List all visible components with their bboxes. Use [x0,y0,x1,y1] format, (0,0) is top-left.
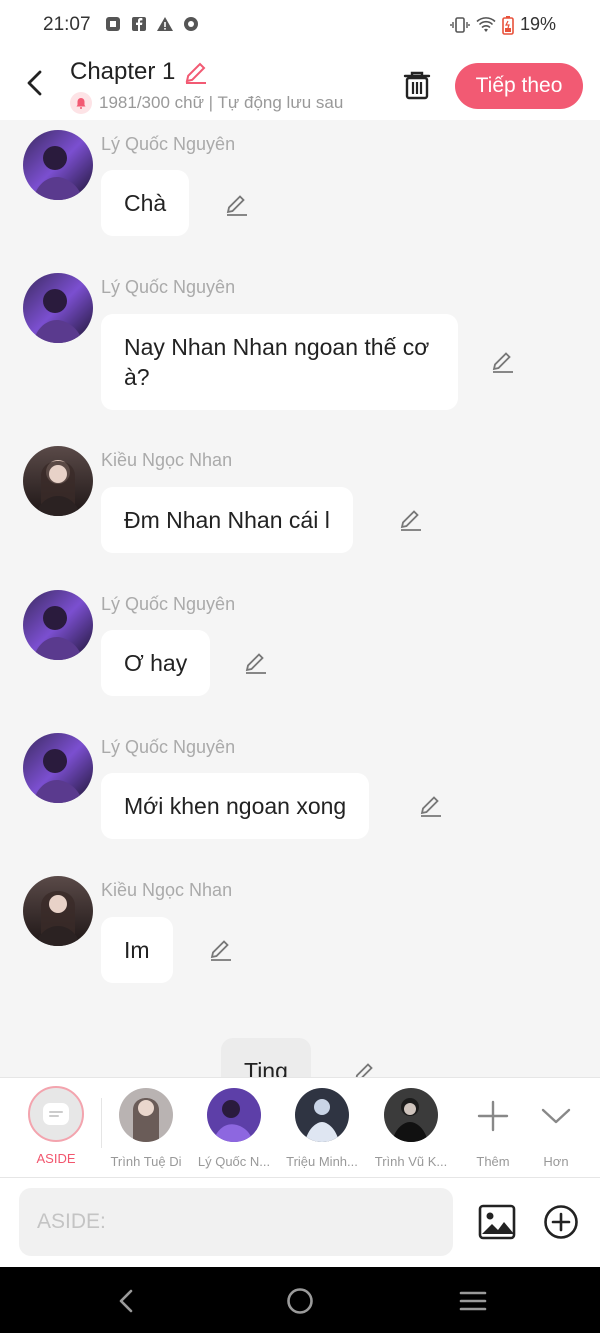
nav-home-icon[interactable] [284,1285,316,1317]
avatar [207,1088,261,1142]
chat-area[interactable]: Lý Quốc Nguyên Chà Lý Quốc Nguyên Nay Nh… [0,120,600,1077]
character-item[interactable]: Trình Tuệ Di [101,1086,191,1169]
message-bubble[interactable]: Ơ hay [101,630,211,696]
edit-pencil-icon[interactable] [224,192,250,218]
input-bar [0,1178,600,1267]
status-time: 21:07 [43,14,91,35]
edit-pencil-icon[interactable] [398,507,424,533]
avatar [384,1088,438,1142]
nav-menu-icon[interactable] [457,1285,489,1317]
chapter-title-text: Chapter 1 [70,58,176,85]
character-name: Lý Quốc Nguyên [101,277,236,297]
character-name: Lý Quốc Nguyên [101,134,236,154]
warning-icon [157,17,173,31]
edit-title-pencil-icon[interactable] [183,59,209,85]
back-button[interactable] [20,66,50,100]
character-label: ASIDE [36,1151,76,1166]
trash-icon[interactable] [400,68,434,102]
character-name: Kiều Ngọc Nhan [101,880,233,900]
avatar [23,590,93,660]
character-item[interactable]: Trình Vũ K... [366,1086,456,1169]
message-input[interactable] [19,1188,453,1256]
battery-percent: 19% [519,14,556,34]
avatar [23,876,93,946]
character-name: Kiều Ngọc Nhan [101,450,233,470]
avatar [23,130,93,200]
editor-header: Chapter 1 1981/300 chữ | Tự động lưu sau… [0,52,600,120]
message-bubble[interactable]: Đm Nhan Nhan cái l [101,487,353,553]
character-name: Lý Quốc Nguyên [101,594,236,614]
more-button[interactable]: Hơn [511,1086,600,1169]
system-nav-bar [0,1267,600,1333]
next-button[interactable]: Tiếp theo [455,63,583,109]
avatar [23,446,93,516]
notification-icons [104,15,200,33]
status-bar: 21:07 19% [0,0,600,52]
battery-icon [502,15,514,35]
word-count-text: 1981/300 chữ | Tự động lưu sau [99,93,344,112]
avatar [23,733,93,803]
character-item[interactable]: Lý Quốc N... [189,1086,279,1169]
chrome-icon [184,17,198,31]
chapter-title[interactable]: Chapter 1 [70,58,209,86]
edit-pencil-icon[interactable] [208,937,234,963]
edit-pencil-icon[interactable] [418,793,444,819]
character-aside[interactable]: ASIDE [11,1086,101,1166]
message-bubble[interactable]: Im [101,917,173,983]
edit-pencil-icon[interactable] [490,349,516,375]
message-bubble[interactable]: Nay Nhan Nhan ngoan thế cơ à? [101,314,458,410]
character-label: Trình Vũ K... [374,1154,448,1169]
add-circle-icon[interactable] [543,1204,579,1240]
nav-back-icon[interactable] [111,1285,143,1317]
message-bubble[interactable]: Mới khen ngoan xong [101,773,370,839]
bell-icon [70,92,92,114]
avatar [119,1088,173,1142]
avatar [23,273,93,343]
wifi-icon [476,16,496,32]
character-selector: ASIDE Trình Tuệ Di Lý Quốc N... Triệu Mi… [0,1077,600,1178]
app-notification-icon [106,17,120,31]
chat-bubble-icon [43,1103,69,1125]
vibrate-icon [450,16,470,33]
edit-pencil-icon[interactable] [352,1060,378,1077]
message-bubble[interactable]: Chà [101,170,190,236]
avatar [295,1088,349,1142]
facebook-icon [132,17,146,31]
more-label: Hơn [543,1154,569,1169]
character-name: Lý Quốc Nguyên [101,737,236,757]
word-count-info: 1981/300 chữ | Tự động lưu sau [70,92,375,114]
status-right: 19% [450,14,556,35]
aside-bubble[interactable]: Ting [221,1038,311,1077]
character-label: Lý Quốc N... [197,1154,271,1169]
image-icon[interactable] [478,1203,516,1241]
character-label: Triệu Minh... [286,1154,358,1169]
character-label: Trình Tuệ Di [110,1154,182,1169]
chevron-down-icon [541,1108,571,1124]
character-item[interactable]: Triệu Minh... [277,1086,367,1169]
aside-avatar [28,1086,84,1142]
edit-pencil-icon[interactable] [243,650,269,676]
